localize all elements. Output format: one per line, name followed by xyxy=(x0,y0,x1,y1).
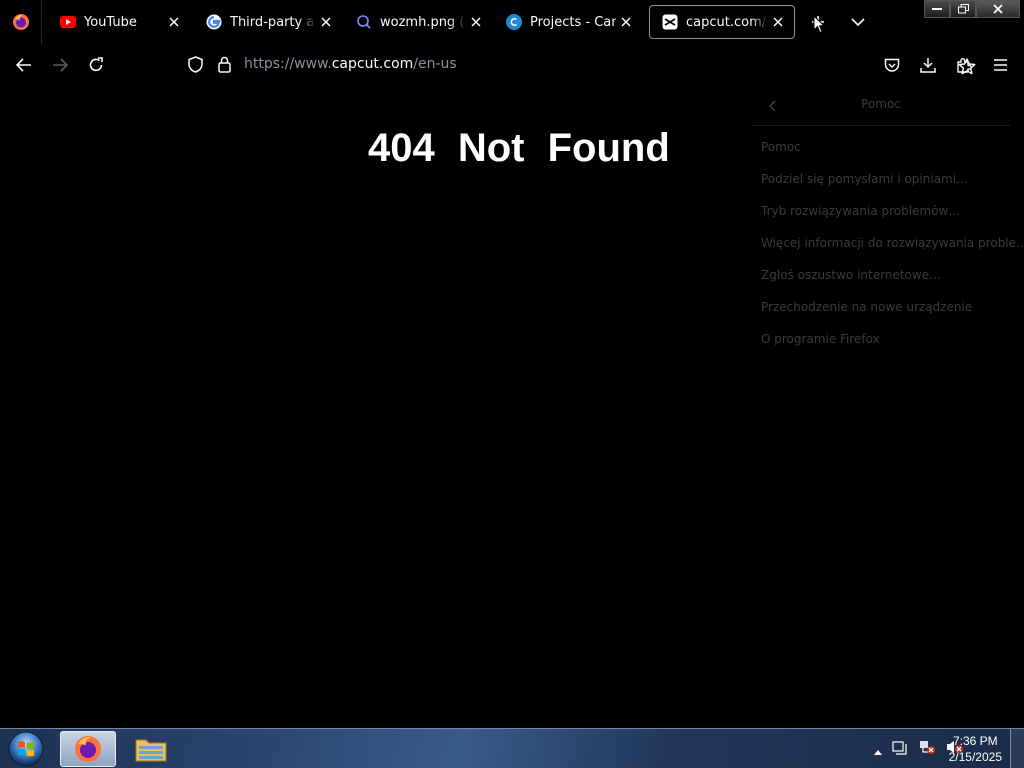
help-item-switch-device[interactable]: Przechodzenie na nowe urządzenie xyxy=(761,296,1024,328)
close-tab-icon[interactable] xyxy=(768,12,788,32)
download-icon xyxy=(920,58,936,73)
image-search-icon xyxy=(356,14,372,30)
reload-icon xyxy=(89,57,103,72)
tab-third-party-apps[interactable]: Third-party apps xyxy=(194,5,342,39)
tab-projects-canva[interactable]: Projects - Canva xyxy=(494,5,642,39)
action-center-flag-icon[interactable] xyxy=(892,739,908,759)
show-hidden-icons-icon[interactable] xyxy=(874,740,882,759)
youtube-icon xyxy=(60,14,76,30)
reload-button[interactable] xyxy=(83,52,109,78)
google-icon xyxy=(206,14,222,30)
close-tab-icon[interactable] xyxy=(466,12,486,32)
tab-strip: YouTube Third-party apps wozmh.png (obra… xyxy=(0,0,1024,44)
firefox-icon xyxy=(12,14,29,30)
close-icon xyxy=(993,4,1003,14)
restore-button[interactable] xyxy=(950,0,976,18)
close-tab-icon[interactable] xyxy=(164,12,184,32)
taskbar-file-explorer[interactable] xyxy=(123,731,179,767)
windows-start-icon xyxy=(8,731,44,767)
tab-title: capcut.com/en-us xyxy=(686,14,768,30)
page-heading: 404 Not Found xyxy=(368,126,670,170)
help-item-about-firefox[interactable]: O programie Firefox xyxy=(761,328,1024,360)
url-text[interactable]: https://www.capcut.com/en-us xyxy=(244,56,457,72)
minimize-icon xyxy=(932,8,942,10)
window-controls xyxy=(924,0,1020,18)
lock-icon[interactable] xyxy=(218,56,231,77)
pocket-icon xyxy=(884,58,900,72)
help-item-report-deceptive-site[interactable]: Zgłoś oszustwo internetowe… xyxy=(761,264,1024,296)
tab-title: Projects - Canva xyxy=(530,14,616,30)
address-bar[interactable]: https://www.capcut.com/en-us xyxy=(180,50,976,80)
url-host: capcut.com xyxy=(331,56,414,72)
back-arrow-icon xyxy=(16,58,31,72)
help-item-more-troubleshooting-info[interactable]: Więcej informacji do rozwiązywania probl… xyxy=(761,232,1024,264)
folder-icon xyxy=(135,739,167,762)
close-tab-icon[interactable] xyxy=(616,12,636,32)
browser-window: YouTube Third-party apps wozmh.png (obra… xyxy=(0,0,1024,768)
help-menu-header: Pomoc xyxy=(752,86,1010,126)
taskbar-clock[interactable]: 7:36 PM 2/15/2025 xyxy=(949,733,1002,765)
taskbar: 7:36 PM 2/15/2025 xyxy=(0,728,1024,768)
help-menu-title: Pomoc xyxy=(861,97,901,111)
puzzle-piece-icon xyxy=(957,58,972,73)
back-button[interactable] xyxy=(11,52,37,78)
tab-capcut[interactable]: capcut.com/en-us xyxy=(649,5,795,39)
hamburger-menu-icon xyxy=(993,59,1007,71)
forward-arrow-icon xyxy=(53,58,68,72)
clock-date: 2/15/2025 xyxy=(948,750,1002,764)
tab-wozmh-png[interactable]: wozmh.png (obrazek xyxy=(344,5,492,39)
downloads-button[interactable] xyxy=(915,52,941,78)
chevron-down-icon xyxy=(851,17,865,26)
network-disconnected-icon[interactable] xyxy=(918,739,936,759)
tab-youtube[interactable]: YouTube xyxy=(48,5,190,39)
taskbar-firefox[interactable] xyxy=(60,731,116,767)
help-item-troubleshoot-mode[interactable]: Tryb rozwiązywania problemów… xyxy=(761,200,1024,232)
capcut-icon xyxy=(662,14,678,30)
tab-title: Third-party apps xyxy=(230,14,316,30)
show-desktop-button[interactable] xyxy=(1010,729,1024,768)
tab-title: YouTube xyxy=(84,14,137,30)
restore-icon xyxy=(957,4,969,14)
pocket-button[interactable] xyxy=(879,52,905,78)
navigation-toolbar: https://www.capcut.com/en-us xyxy=(0,44,1024,86)
tab-title: wozmh.png (obrazek xyxy=(380,14,466,30)
url-path: /en-us xyxy=(413,56,457,72)
clock-time: 7:36 PM xyxy=(952,734,998,748)
app-menu-button[interactable] xyxy=(987,52,1013,78)
firefox-icon xyxy=(75,736,101,762)
help-menu-list: Pomoc Podziel się pomysłami i opiniami… … xyxy=(761,136,1024,360)
forward-button[interactable] xyxy=(47,52,73,78)
extensions-button[interactable] xyxy=(951,52,977,78)
start-button[interactable] xyxy=(6,730,46,768)
list-all-tabs-button[interactable] xyxy=(846,10,870,34)
mouse-cursor-icon xyxy=(813,15,825,34)
firefox-view-button[interactable] xyxy=(0,0,42,44)
help-item-help[interactable]: Pomoc xyxy=(761,136,1024,168)
close-window-button[interactable] xyxy=(976,0,1020,18)
close-tab-icon[interactable] xyxy=(316,12,336,32)
tracking-protection-shield-icon[interactable] xyxy=(188,56,203,77)
minimize-button[interactable] xyxy=(924,0,950,18)
help-item-share-ideas[interactable]: Podziel się pomysłami i opiniami… xyxy=(761,168,1024,200)
canva-icon xyxy=(506,14,522,30)
url-prefix: https://www. xyxy=(244,56,332,72)
help-menu-panel: Pomoc Pomoc Podziel się pomysłami i opin… xyxy=(752,86,1024,360)
